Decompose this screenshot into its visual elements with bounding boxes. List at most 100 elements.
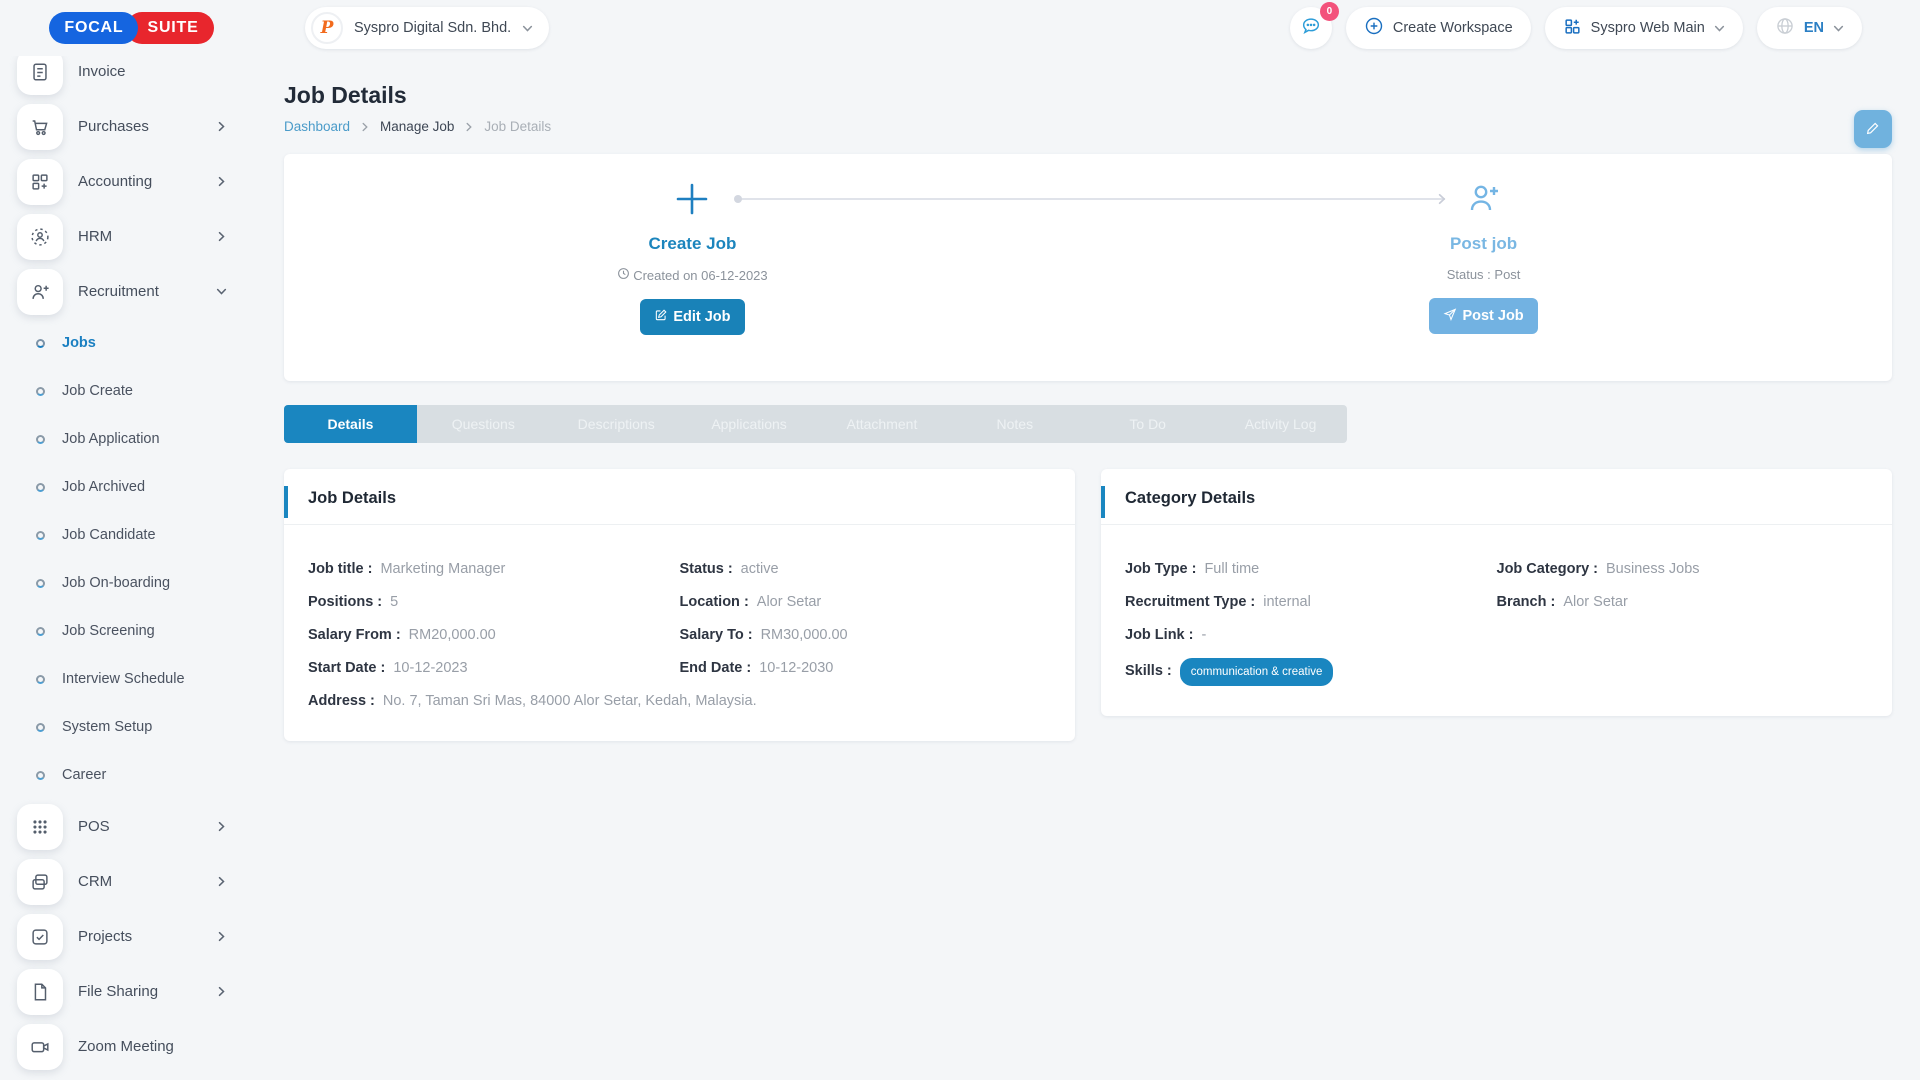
tab-activity-log[interactable]: Activity Log	[1214, 405, 1347, 443]
sidebar-item-label: HRM	[78, 228, 112, 245]
job-fields: Job title :Marketing Manager Status :act…	[284, 525, 1075, 741]
sidebar-item-invoice[interactable]: Invoice	[0, 56, 263, 99]
sidebar-item-pos[interactable]: POS	[0, 799, 263, 854]
file-icon	[17, 969, 63, 1015]
tab-questions[interactable]: Questions	[417, 405, 550, 443]
sidebar-subitem-label: Jobs	[62, 335, 96, 351]
card-title: Category Details	[1125, 489, 1868, 508]
sidebar-item-label: Zoom Meeting	[78, 1038, 174, 1055]
windows-icon	[17, 859, 63, 905]
tab-applications[interactable]: Applications	[683, 405, 816, 443]
chat-bubble-icon	[1300, 15, 1322, 42]
field-value: Business Jobs	[1606, 561, 1700, 577]
sidebar-item-job-create[interactable]: Job Create	[0, 367, 263, 415]
sidebar-item-projects[interactable]: Projects	[0, 909, 263, 964]
sidebar-item-zoom-meeting[interactable]: Zoom Meeting	[0, 1019, 263, 1074]
chevron-right-icon	[216, 931, 227, 942]
sidebar-subitem-label: Job Application	[62, 431, 160, 447]
breadcrumb-job-details: Job Details	[484, 119, 551, 134]
sidebar-item-crm[interactable]: CRM	[0, 854, 263, 909]
chevron-right-icon	[360, 122, 370, 132]
circle-bullet-icon	[36, 771, 45, 780]
field-salary-to: Salary To :RM30,000.00	[680, 625, 1052, 645]
sidebar-item-label: Invoice	[78, 63, 126, 80]
globe-icon	[1775, 16, 1795, 40]
category-fields: Job Type :Full time Job Category :Busine…	[1101, 525, 1892, 716]
created-on-text: Created on 06-12-2023	[633, 268, 767, 283]
language-selector[interactable]: EN	[1757, 7, 1862, 49]
sidebar-item-label: POS	[78, 818, 110, 835]
field-label: Skills :	[1125, 663, 1172, 679]
field-salary-from: Salary From :RM20,000.00	[308, 625, 680, 645]
sidebar-item-hrm[interactable]: HRM	[0, 209, 263, 264]
language-label: EN	[1804, 20, 1824, 36]
tab-details[interactable]: Details	[284, 405, 417, 443]
field-branch: Branch :Alor Setar	[1497, 592, 1869, 612]
sidebar-item-job-application[interactable]: Job Application	[0, 415, 263, 463]
field-value: 10-12-2023	[393, 660, 467, 676]
field-value: active	[741, 561, 779, 577]
focal-suite-logo[interactable]: FOCAL SUITE	[49, 12, 213, 44]
pencil-icon	[1865, 120, 1881, 139]
accent-bar	[284, 486, 288, 518]
sidebar-item-file-sharing[interactable]: File Sharing	[0, 964, 263, 1019]
brand-wrap: FOCAL SUITE	[0, 12, 263, 44]
person-plus-icon	[1334, 180, 1634, 218]
sidebar-item-career[interactable]: Career	[0, 751, 263, 799]
step-meta: Status : Post	[1334, 267, 1634, 282]
field-label: Salary To :	[680, 627, 753, 643]
tab-attachment[interactable]: Attachment	[816, 405, 949, 443]
field-label: Job Link :	[1125, 627, 1193, 643]
card-header: Category Details	[1101, 469, 1892, 525]
company-selector[interactable]: P Syspro Digital Sdn. Bhd.	[305, 7, 549, 49]
tab-descriptions[interactable]: Descriptions	[550, 405, 683, 443]
field-value: RM20,000.00	[409, 627, 496, 643]
circle-bullet-icon	[36, 627, 45, 636]
field-start-date: Start Date : 10-12-2023	[308, 658, 680, 678]
edit-job-button[interactable]: Edit Job	[640, 299, 744, 335]
chevron-down-icon	[216, 286, 227, 297]
main-content: Job Details Dashboard Manage Job Job Det…	[263, 56, 1920, 1080]
person-plus-icon	[17, 269, 63, 315]
sidebar-item-job-onboarding[interactable]: Job On-boarding	[0, 559, 263, 607]
tab-notes[interactable]: Notes	[948, 405, 1081, 443]
sidebar-item-jobs[interactable]: Jobs	[0, 319, 263, 367]
field-label: Start Date :	[308, 660, 385, 676]
create-workspace-label: Create Workspace	[1393, 20, 1513, 36]
company-logo-icon: P	[311, 12, 343, 44]
chevron-right-icon	[216, 231, 227, 242]
page-title: Job Details	[284, 82, 1892, 109]
field-value: -	[1201, 627, 1206, 643]
sidebar-item-system-setup[interactable]: System Setup	[0, 703, 263, 751]
sidebar-item-purchases[interactable]: Purchases	[0, 99, 263, 154]
chat-button[interactable]: 0	[1290, 7, 1332, 49]
field-location: Location :Alor Setar	[680, 592, 1052, 612]
post-job-button[interactable]: Post Job	[1429, 298, 1537, 334]
sidebar: Invoice Purchases Accounting	[0, 56, 263, 1080]
sidebar-item-job-candidate[interactable]: Job Candidate	[0, 511, 263, 559]
sidebar-item-accounting[interactable]: Accounting	[0, 154, 263, 209]
chevron-down-icon	[522, 23, 533, 34]
field-value: Alor Setar	[757, 594, 821, 610]
sidebar-item-label: Purchases	[78, 118, 149, 135]
ledger-grid-icon	[17, 159, 63, 205]
circle-bullet-icon	[36, 387, 45, 396]
sidebar-item-job-archived[interactable]: Job Archived	[0, 463, 263, 511]
clock-icon	[617, 267, 630, 283]
edit-job-label: Edit Job	[673, 309, 730, 325]
field-value: Full time	[1204, 561, 1259, 577]
sidebar-item-interview-schedule[interactable]: Interview Schedule	[0, 655, 263, 703]
breadcrumb-manage-job[interactable]: Manage Job	[380, 119, 454, 134]
create-workspace-button[interactable]: Create Workspace	[1346, 7, 1531, 49]
field-positions: Positions :5	[308, 592, 680, 612]
workspace-selector[interactable]: Syspro Web Main	[1545, 7, 1743, 49]
tab-todo[interactable]: To Do	[1081, 405, 1214, 443]
edit-page-button[interactable]	[1854, 110, 1892, 148]
plus-circle-icon	[1364, 16, 1384, 40]
step-title: Post job	[1334, 234, 1634, 254]
sidebar-item-recruitment[interactable]: Recruitment	[0, 264, 263, 319]
breadcrumb-dashboard[interactable]: Dashboard	[284, 119, 350, 134]
sidebar-item-job-screening[interactable]: Job Screening	[0, 607, 263, 655]
circle-bullet-icon	[36, 531, 45, 540]
brand-focal: FOCAL	[49, 12, 138, 44]
